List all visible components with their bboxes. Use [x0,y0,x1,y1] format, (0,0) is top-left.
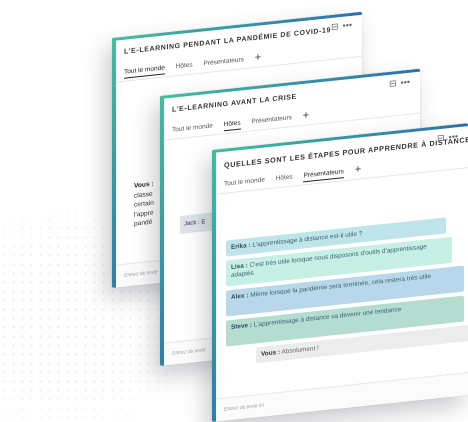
tab-hosts[interactable]: Hôtes [276,174,293,185]
tab-everyone[interactable]: Tout le monde [172,122,213,135]
minimize-icon[interactable]: ⊟ [331,21,339,32]
add-tab-button[interactable]: + [303,109,309,124]
peek-line: classe [134,190,153,200]
tab-hosts[interactable]: Hôtes [176,62,193,73]
more-icon[interactable]: ••• [401,77,410,88]
more-icon[interactable]: ••• [343,20,352,31]
message-author: Erika : [231,241,251,252]
tab-presenters[interactable]: Présentateurs [203,56,243,69]
input-placeholder: Entrez du texte [124,269,158,279]
peek-line: pandé [134,218,153,228]
message-text: Absolument ! [281,344,319,356]
add-tab-button[interactable]: + [355,163,361,178]
window-title: L'E-LEARNING PENDANT LA PANDÉMIE DE COVI… [124,26,331,56]
message-author: Alex : [231,292,249,302]
peek-line: certain [134,199,154,209]
window-controls: ⊟ ••• [385,77,410,91]
message-author: Vous : [261,348,281,358]
input-placeholder: Entrez du texte ici [224,402,264,413]
tab-everyone[interactable]: Tout le monde [224,176,265,189]
message-peek: Vous : classe certain l'appre pandé [134,180,154,230]
message-text: L'apprentissage à distance est-il utile … [252,230,363,249]
peek-line: l'appre [134,209,154,219]
message-author: Vous : [134,180,154,190]
message-text: Jack : E [184,219,206,228]
more-icon[interactable]: ••• [449,131,458,142]
minimize-icon[interactable]: ⊟ [389,78,397,89]
window-controls: ⊟ ••• [327,20,352,34]
chat-windows-stage: L'E-LEARNING PENDANT LA PANDÉMIE DE COVI… [0,0,468,422]
minimize-icon[interactable]: ⊟ [437,133,445,144]
message-author: Steve : [231,321,252,332]
chat-window-distance-learning: QUELLES SONT LES ÉTAPES POUR APPRENDRE À… [212,123,468,422]
input-placeholder: Entrez du texte [172,347,206,357]
tab-presenters[interactable]: Présentateurs [251,114,291,127]
tab-hosts[interactable]: Hôtes [223,119,241,132]
add-tab-button[interactable]: + [255,51,261,66]
message-input[interactable]: Entrez du texte ici [216,372,468,422]
